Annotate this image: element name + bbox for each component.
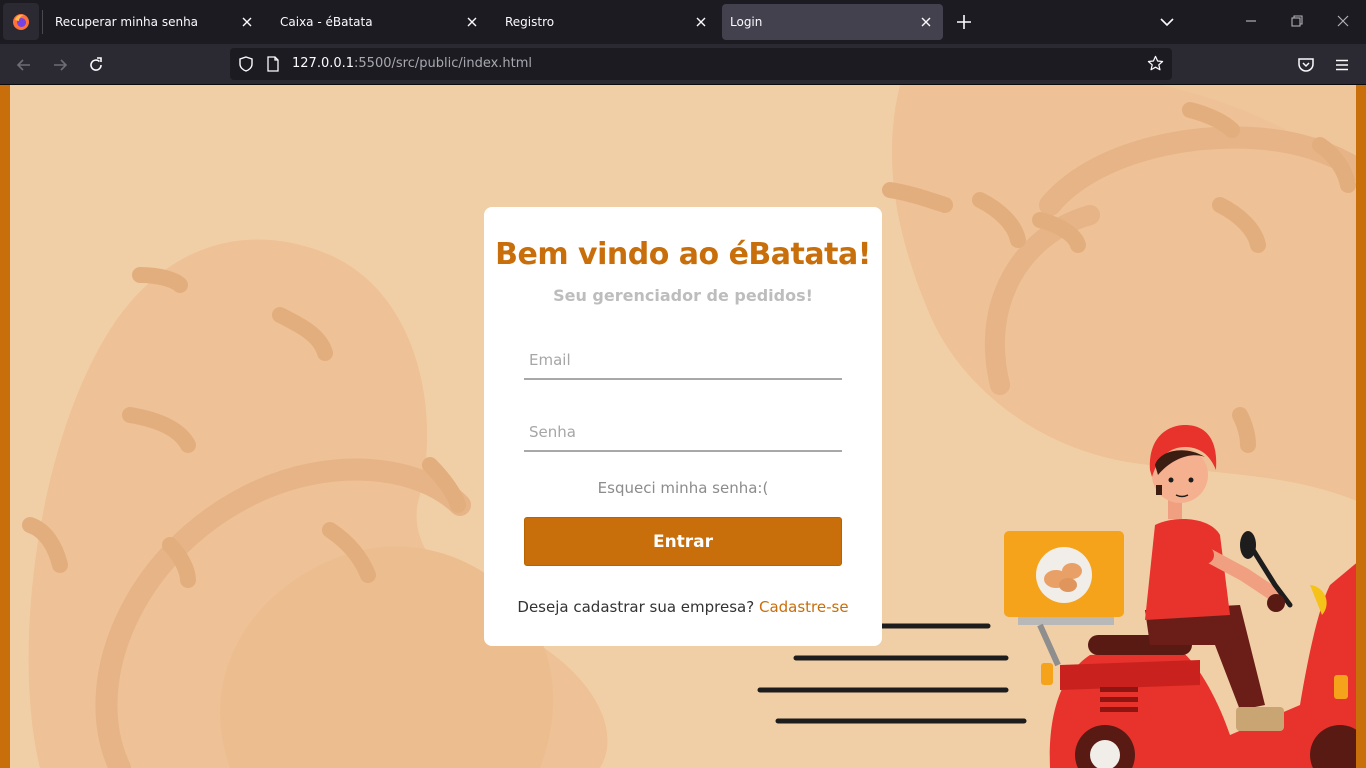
- new-tab-plus-icon[interactable]: [955, 13, 973, 31]
- signup-link[interactable]: Cadastre-se: [759, 598, 849, 616]
- minimize-window-icon[interactable]: [1244, 14, 1258, 28]
- page-document-icon[interactable]: [266, 56, 280, 72]
- login-submit-button[interactable]: Entrar: [524, 517, 842, 566]
- shield-icon[interactable]: [238, 56, 254, 72]
- url-text[interactable]: 127.0.0.1:5500/src/public/index.html: [292, 56, 532, 71]
- close-tab-icon[interactable]: [919, 15, 933, 29]
- url-path: :5500/src/public/index.html: [354, 56, 533, 71]
- tab-registro[interactable]: Registro: [493, 4, 718, 40]
- page-left-border: [0, 85, 10, 768]
- tab-label: Recuperar minha senha: [55, 15, 199, 29]
- tab-login[interactable]: Login: [722, 4, 943, 40]
- reload-icon[interactable]: [87, 56, 105, 74]
- tab-label: Login: [730, 15, 763, 29]
- tab-label: Caixa - éBatata: [280, 15, 373, 29]
- url-host: 127.0.0.1: [292, 56, 355, 71]
- firefox-logo-icon: [13, 13, 29, 30]
- url-bar[interactable]: 127.0.0.1:5500/src/public/index.html: [230, 48, 1172, 80]
- login-card: Bem vindo ao éBatata! Seu gerenciador de…: [484, 207, 882, 646]
- close-window-icon[interactable]: [1336, 14, 1350, 28]
- page-right-border: [1356, 85, 1366, 768]
- hamburger-menu-icon[interactable]: [1333, 56, 1351, 74]
- list-all-tabs-chevron-icon[interactable]: [1159, 14, 1175, 30]
- close-tab-icon[interactable]: [240, 15, 254, 29]
- tab-label: Registro: [505, 15, 555, 29]
- close-tab-icon[interactable]: [465, 15, 479, 29]
- tab-caixa[interactable]: Caixa - éBatata: [268, 4, 489, 40]
- page-subtitle: Seu gerenciador de pedidos!: [553, 286, 813, 305]
- close-tab-icon[interactable]: [694, 15, 708, 29]
- signup-prompt: Deseja cadastrar sua empresa? Cadastre-s…: [484, 598, 882, 616]
- bookmark-star-icon[interactable]: [1147, 55, 1164, 72]
- tab-strip: Recuperar minha senha Caixa - éBatata Re…: [0, 0, 1366, 44]
- signup-question: Deseja cadastrar sua empresa?: [517, 598, 755, 616]
- navigation-toolbar: 127.0.0.1:5500/src/public/index.html: [0, 44, 1366, 85]
- page-viewport: Bem vindo ao éBatata! Seu gerenciador de…: [0, 85, 1366, 768]
- page-title: Bem vindo ao éBatata!: [495, 237, 871, 272]
- forward-arrow-icon[interactable]: [51, 56, 69, 74]
- firefox-menu-button[interactable]: [3, 3, 39, 40]
- tab-recuperar-senha[interactable]: Recuperar minha senha: [43, 4, 264, 40]
- password-field[interactable]: [524, 414, 842, 452]
- restore-window-icon[interactable]: [1290, 14, 1304, 28]
- email-field[interactable]: [524, 342, 842, 380]
- pocket-icon[interactable]: [1297, 56, 1315, 74]
- forgot-password-link[interactable]: Esqueci minha senha:(: [484, 479, 882, 497]
- back-arrow-icon[interactable]: [15, 56, 33, 74]
